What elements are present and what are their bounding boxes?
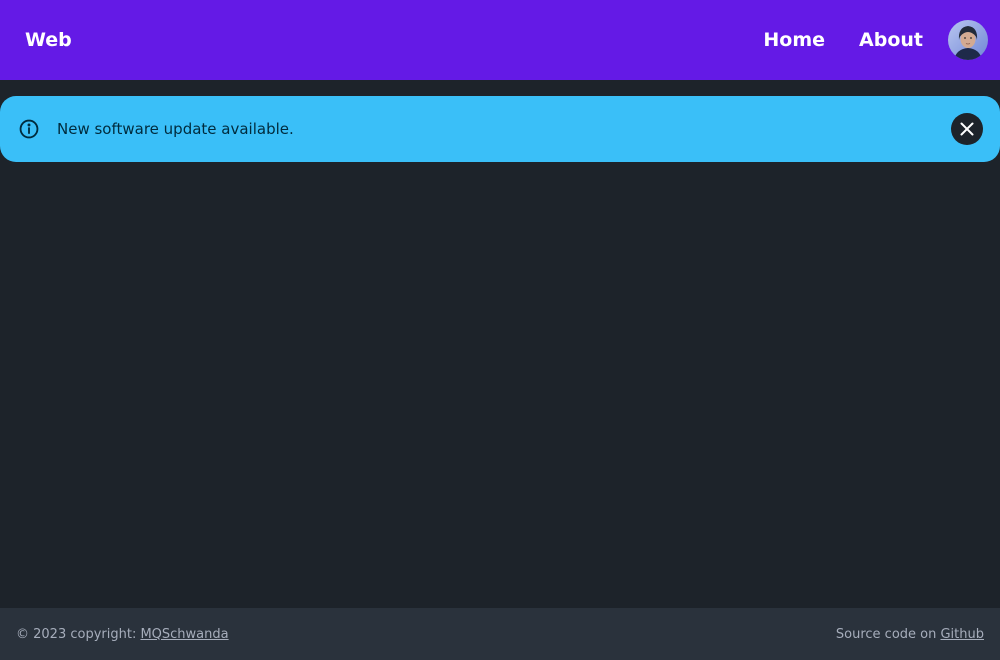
alert-message: New software update available. [57,120,294,138]
copyright-prefix: © 2023 copyright: [16,626,141,642]
brand-link[interactable]: Web [25,29,72,51]
source-prefix: Source code on [835,626,941,642]
author-link[interactable]: MQSchwanda [140,627,228,642]
close-button[interactable] [951,113,983,145]
footer: © 2023 copyright: MQSchwanda Source code… [0,608,1000,660]
user-avatar[interactable] [948,20,988,60]
alert-banner: New software update available. [0,96,1000,162]
navbar: Web Home About [0,0,1000,80]
github-link[interactable]: Github [940,627,984,642]
nav-link-home[interactable]: Home [763,29,825,51]
info-icon [18,118,40,140]
copyright: © 2023 copyright: MQSchwanda [16,627,229,642]
source-code: Source code on Github [836,627,984,642]
nav-link-about[interactable]: About [859,29,923,51]
close-icon [960,122,974,136]
